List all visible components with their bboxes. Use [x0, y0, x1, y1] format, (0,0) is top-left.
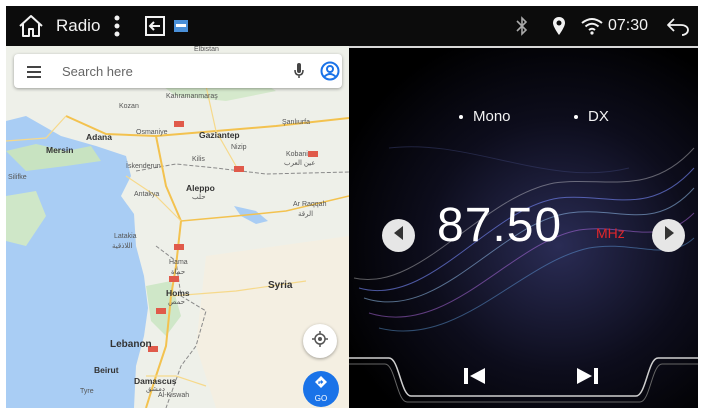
map-label: اللاذقية — [112, 243, 133, 250]
bluetooth-icon — [516, 6, 528, 46]
map-label: حلب — [192, 194, 206, 201]
map-label: عين العرب — [284, 160, 316, 167]
map-view[interactable]: Elbistan Kahramanmaraş Kozan Osmaniye Ga… — [6, 46, 349, 408]
map-label: Antakya — [134, 191, 160, 198]
map-label: Kilis — [192, 156, 205, 163]
skip-previous-icon — [464, 367, 486, 390]
map-label: Ar Raqqah — [293, 201, 327, 208]
map-canvas — [6, 66, 349, 408]
map-search-bar[interactable]: Search here — [14, 54, 342, 88]
map-label: Nizip — [231, 144, 247, 151]
app-title: Radio — [56, 16, 101, 35]
map-label: Beirut — [94, 365, 119, 375]
skip-next-icon — [576, 367, 598, 390]
dx-option[interactable]: DX — [574, 108, 609, 125]
control-bar-frame — [349, 357, 698, 403]
account-icon[interactable] — [320, 61, 340, 86]
split-screen-icon[interactable] — [145, 6, 165, 46]
map-label: الرقة — [298, 211, 314, 218]
map-label: Gaziantep — [199, 130, 240, 140]
mono-option[interactable]: Mono — [459, 108, 511, 125]
map-label: حمص — [168, 299, 185, 306]
search-input[interactable]: Search here — [62, 64, 133, 79]
location-pin-icon — [552, 6, 566, 46]
status-bar: Radio 07:30 — [6, 6, 698, 46]
map-label: Tyre — [80, 388, 94, 395]
back-icon[interactable] — [666, 6, 690, 46]
map-label: Silifke — [8, 174, 27, 181]
clock: 07:30 — [608, 17, 649, 34]
wifi-icon — [581, 6, 603, 46]
map-label: Osmaniye — [136, 129, 168, 136]
frequency-unit: MHz — [596, 225, 625, 241]
seek-down-button[interactable] — [382, 219, 415, 252]
map-label: Kobani — [286, 151, 308, 158]
map-label: Kozan — [119, 103, 139, 110]
directions-icon — [315, 375, 327, 393]
previous-button[interactable] — [461, 366, 489, 390]
map-label: Elbistan — [194, 46, 219, 53]
map-label: Homs — [166, 288, 190, 298]
dx-label: DX — [588, 108, 609, 125]
map-label: Adana — [86, 132, 112, 142]
window-icon[interactable] — [174, 6, 188, 46]
map-label: Mersin — [46, 145, 74, 155]
go-button[interactable]: GO — [303, 371, 339, 407]
arrow-right-icon — [662, 225, 676, 246]
seek-up-button[interactable] — [652, 219, 685, 252]
arrow-left-icon — [392, 225, 406, 246]
radio-panel: Mono DX 87.50 MHz — [349, 48, 698, 408]
more-vert-icon[interactable] — [114, 6, 120, 46]
map-label: Syria — [268, 280, 293, 291]
my-location-icon — [312, 330, 328, 352]
map-label: Lebanon — [110, 339, 152, 350]
map-label: Kahramanmaraş — [166, 93, 218, 100]
map-label: حماة — [171, 269, 186, 276]
microphone-icon[interactable] — [294, 63, 304, 84]
map-label: Aleppo — [186, 183, 215, 193]
next-button[interactable] — [573, 366, 601, 390]
map-label: İskenderun — [126, 163, 161, 170]
menu-icon[interactable] — [27, 65, 41, 83]
frequency-display: 87.50 — [437, 199, 563, 252]
home-icon[interactable] — [18, 6, 44, 46]
head-unit-screen: Radio 07:30 Elbistan Kahramanmaraş Kozan… — [6, 6, 698, 408]
go-label: GO — [314, 394, 328, 403]
map-label: Al-Kiswah — [158, 392, 190, 399]
map-label: Şanlıurfa — [282, 119, 311, 126]
mono-label: Mono — [473, 108, 511, 125]
map-label: Latakia — [114, 233, 137, 240]
map-label: Hama — [169, 259, 188, 266]
my-location-button[interactable] — [303, 324, 337, 358]
